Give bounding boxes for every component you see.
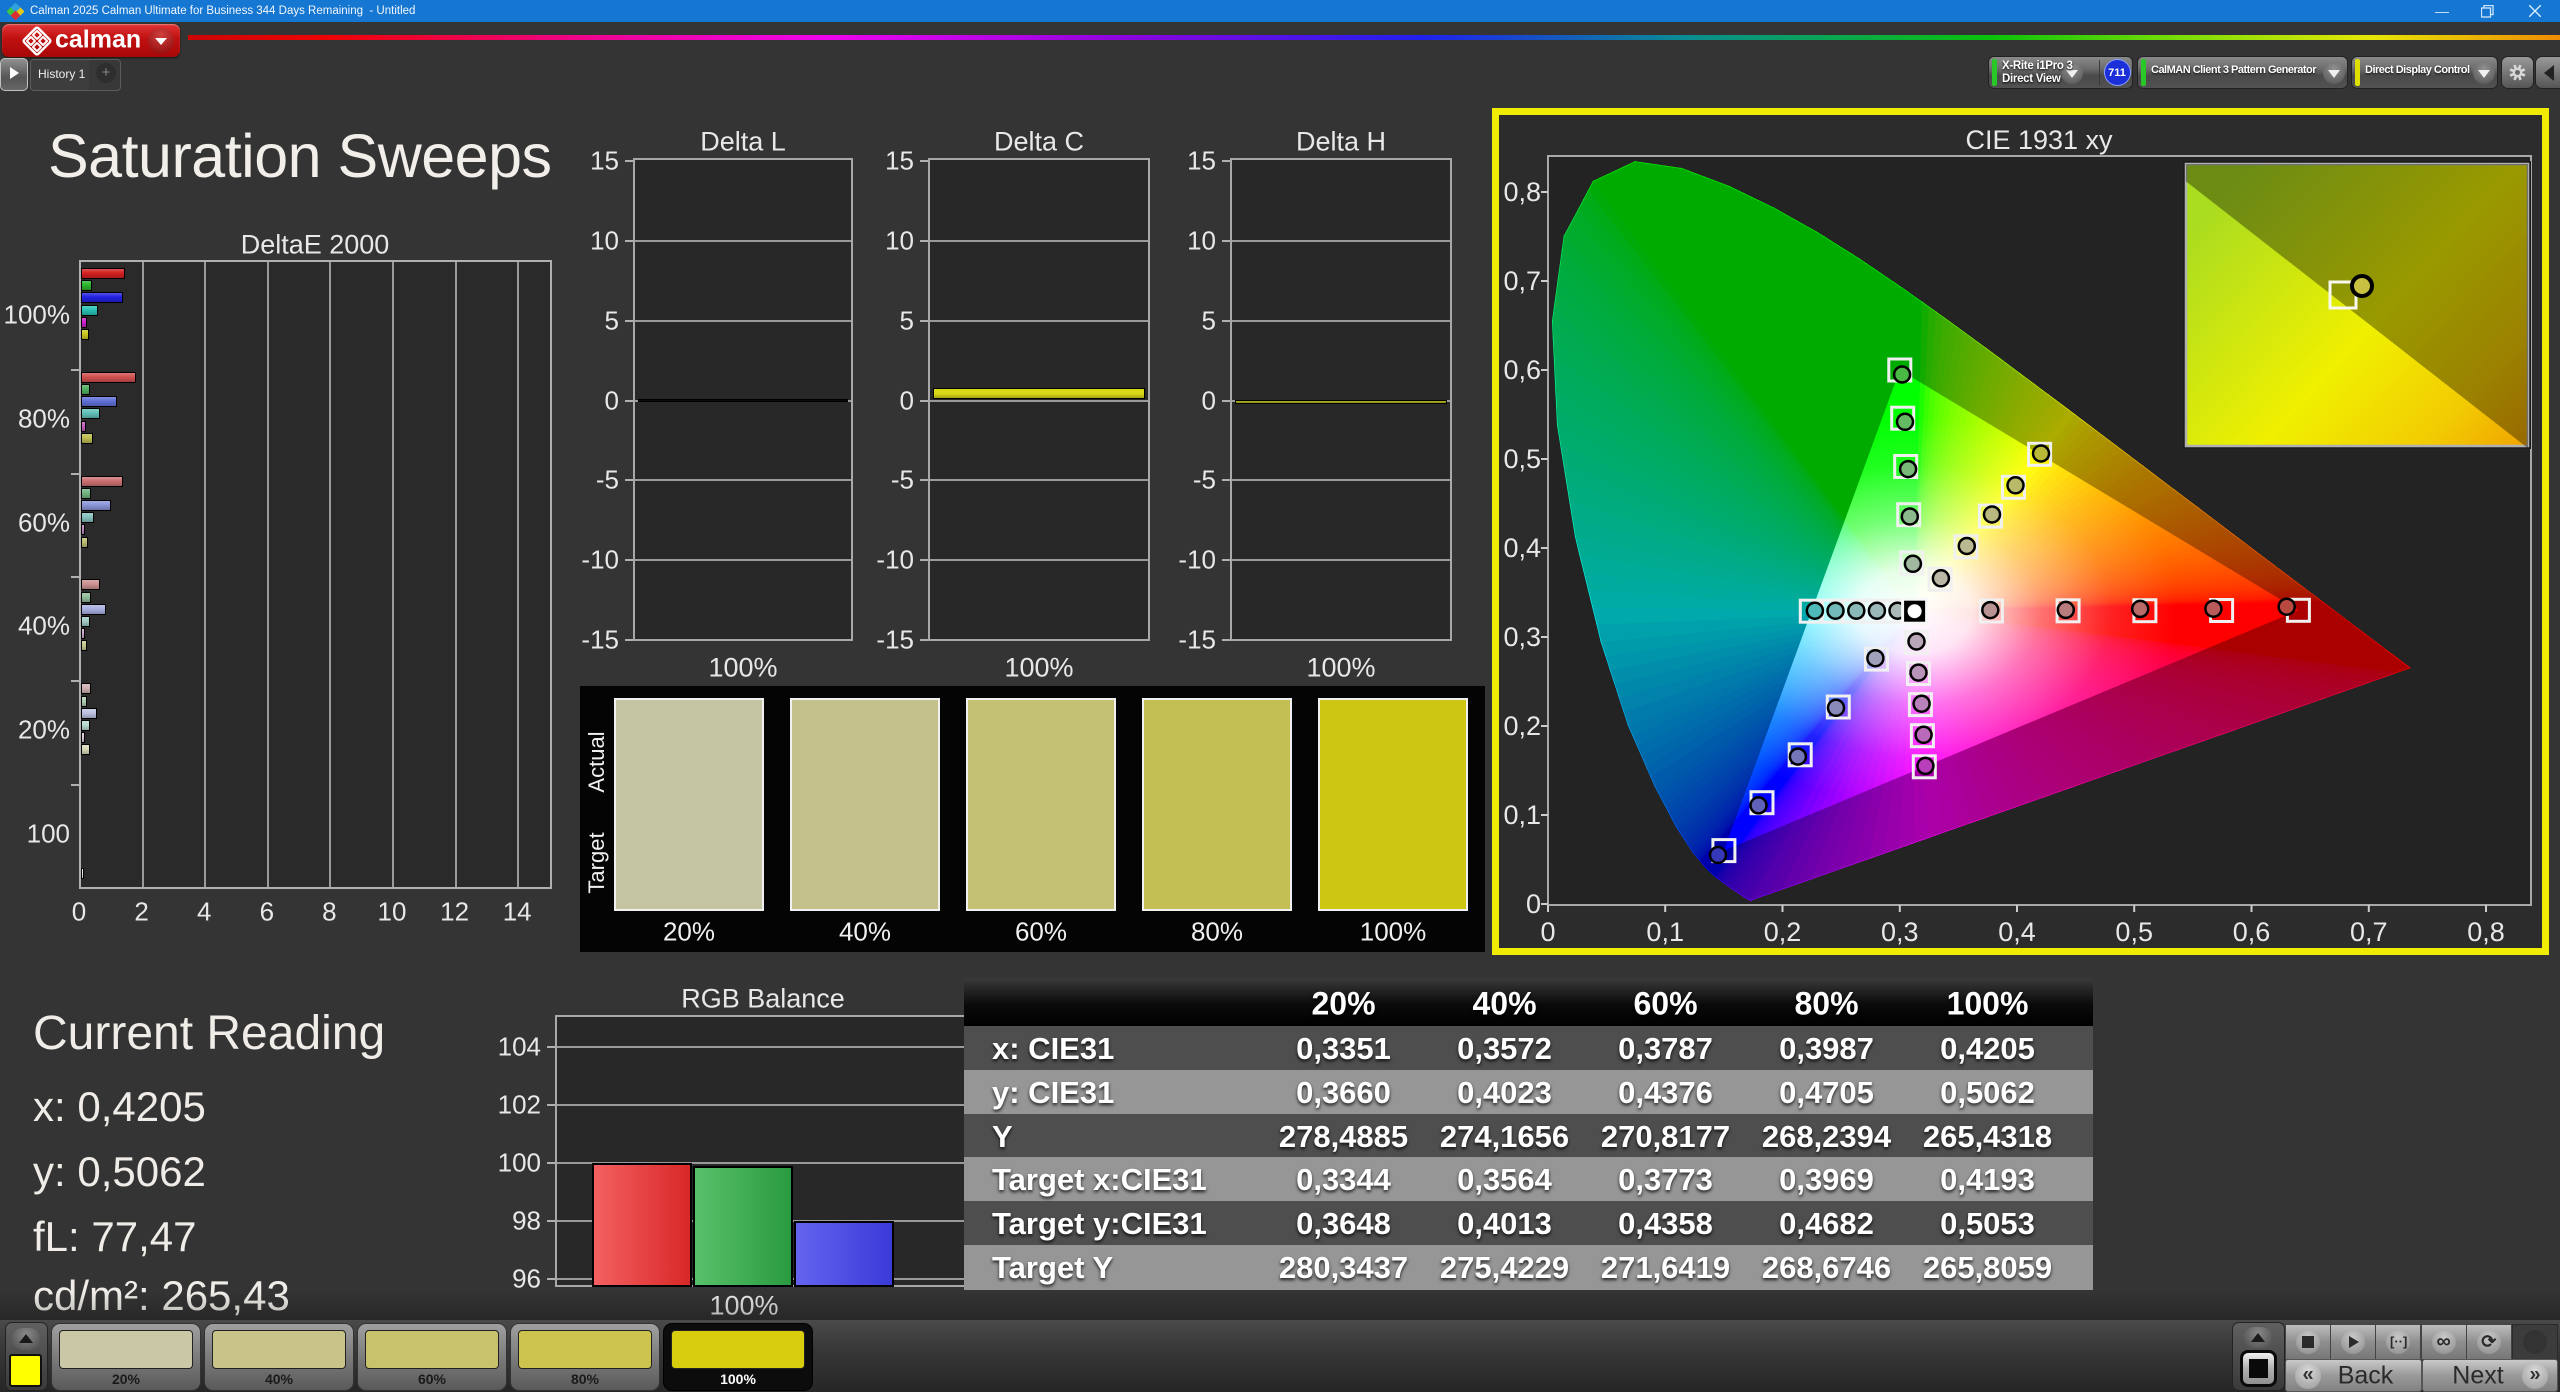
svg-text:0,6: 0,6 (2233, 917, 2271, 947)
svg-text:0,3: 0,3 (1503, 622, 1541, 652)
svg-text:0,4: 0,4 (1503, 533, 1541, 563)
svg-text:0: 0 (1526, 889, 1541, 919)
svg-text:0: 0 (1540, 917, 1555, 947)
svg-text:0,2: 0,2 (1764, 917, 1802, 947)
svg-text:0,8: 0,8 (2467, 917, 2505, 947)
svg-text:0,6: 0,6 (1503, 355, 1541, 385)
svg-text:0,5: 0,5 (2115, 917, 2153, 947)
svg-text:0,5: 0,5 (1503, 444, 1541, 474)
svg-text:0,4: 0,4 (1998, 917, 2036, 947)
svg-text:0,7: 0,7 (1503, 266, 1541, 296)
svg-text:0,1: 0,1 (1646, 917, 1684, 947)
svg-text:0,7: 0,7 (2350, 917, 2388, 947)
svg-text:0,1: 0,1 (1503, 800, 1541, 830)
svg-text:CIE 1931 xy: CIE 1931 xy (1965, 125, 2113, 155)
svg-text:0,3: 0,3 (1881, 917, 1919, 947)
svg-text:0,8: 0,8 (1503, 177, 1541, 207)
svg-text:0,2: 0,2 (1503, 711, 1541, 741)
